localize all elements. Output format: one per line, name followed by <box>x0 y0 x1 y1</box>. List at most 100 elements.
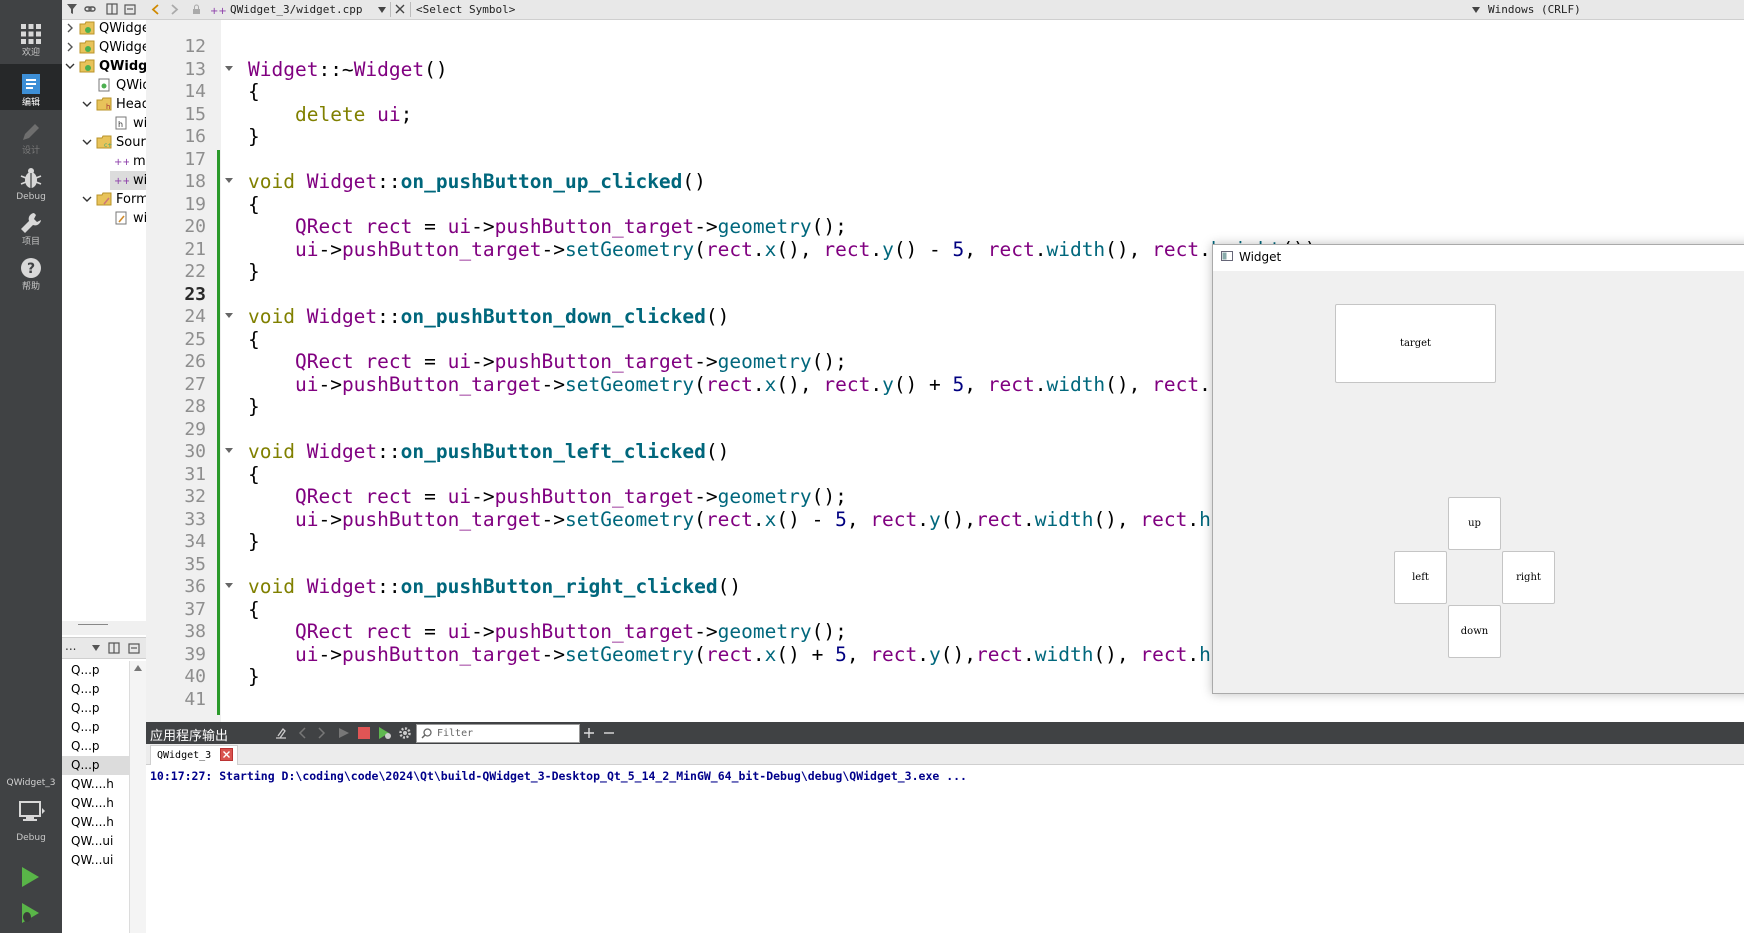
symbol-selector[interactable]: <Select Symbol> <box>416 0 515 19</box>
code-line[interactable]: void Widget::on_pushButton_down_clicked(… <box>248 304 729 329</box>
zoom-in-icon[interactable] <box>583 727 595 739</box>
stop-icon[interactable] <box>358 727 370 739</box>
code-line[interactable]: void Widget::on_pushButton_left_clicked(… <box>248 439 729 464</box>
next-item-icon[interactable] <box>318 727 326 739</box>
tree-item-project-2[interactable]: QWidget <box>62 38 146 57</box>
chevron-down-icon[interactable] <box>82 99 92 109</box>
back-arrow-icon[interactable] <box>151 4 159 15</box>
split-icon[interactable] <box>108 642 120 654</box>
run-icon[interactable] <box>20 866 40 888</box>
open-documents-scrollbar[interactable] <box>129 661 146 933</box>
code-line[interactable]: } <box>248 124 260 149</box>
code-line[interactable]: ui->pushButton_target->setGeometry(rect.… <box>248 372 1328 397</box>
code-line[interactable]: ui->pushButton_target->setGeometry(rect.… <box>248 237 1328 262</box>
code-line[interactable]: { <box>248 192 260 217</box>
open-document-item[interactable]: Q...p <box>62 737 137 756</box>
down-button[interactable]: down <box>1448 605 1501 658</box>
widget-app-window[interactable]: Widget target up left right down <box>1212 244 1744 694</box>
code-line[interactable]: } <box>248 259 260 284</box>
open-document-item[interactable]: Q...p <box>62 699 137 718</box>
tree-item-pro-file[interactable]: QWidg <box>62 76 146 95</box>
forward-arrow-icon[interactable] <box>171 4 179 15</box>
clear-output-icon[interactable] <box>274 726 288 740</box>
open-document-item-selected[interactable]: Q...p <box>62 756 137 775</box>
code-line[interactable]: { <box>248 79 260 104</box>
symbol-dropdown-arrow-icon[interactable] <box>1472 7 1480 13</box>
previous-item-icon[interactable] <box>298 727 306 739</box>
tree-item-forms[interactable]: Form <box>62 190 146 209</box>
left-button[interactable]: left <box>1394 551 1447 604</box>
mode-projects[interactable]: 项目 <box>0 203 62 253</box>
mode-help[interactable]: ? 帮助 <box>0 248 62 298</box>
open-document-item[interactable]: QW....h <box>62 813 137 832</box>
fold-arrow-icon[interactable] <box>225 447 233 455</box>
fold-arrow-icon[interactable] <box>225 65 233 73</box>
tree-item-project-1[interactable]: QWidget <box>62 19 146 38</box>
output-tab-qwidget3[interactable]: QWidget_3 <box>150 745 239 765</box>
tree-item-ui-file[interactable]: wi <box>62 209 146 228</box>
chevron-down-icon[interactable] <box>82 194 92 204</box>
open-docs-menu[interactable]: ... <box>65 639 76 653</box>
code-line[interactable]: } <box>248 529 260 554</box>
target-button[interactable]: target <box>1335 304 1496 383</box>
file-dropdown-arrow-icon[interactable] <box>378 7 386 13</box>
code-line[interactable]: } <box>248 394 260 419</box>
code-line[interactable]: QRect rect = ui->pushButton_target->geom… <box>248 214 847 239</box>
tree-item-widget-cpp[interactable]: ++ wi <box>110 171 146 190</box>
mode-edit[interactable]: 编辑 <box>0 64 62 110</box>
open-document-item[interactable]: Q...p <box>62 661 137 680</box>
code-line[interactable]: { <box>248 327 260 352</box>
widget-window-titlebar[interactable]: Widget <box>1213 245 1744 271</box>
editor-file-path[interactable]: QWidget_3/widget.cpp <box>230 0 362 19</box>
mode-design[interactable]: 设计 <box>0 112 62 162</box>
chevron-right-icon[interactable] <box>65 42 75 52</box>
link-icon[interactable] <box>84 3 96 15</box>
tree-item-header-file[interactable]: h wi <box>62 114 146 133</box>
fold-arrow-icon[interactable] <box>225 312 233 320</box>
code-line[interactable]: ui->pushButton_target->setGeometry(rect.… <box>248 642 1317 667</box>
up-button[interactable]: up <box>1448 497 1501 550</box>
code-line[interactable]: } <box>248 664 260 689</box>
application-output[interactable]: 10:17:27: Starting D:\coding\code\2024\Q… <box>146 765 1744 933</box>
close-document-icon[interactable] <box>395 4 405 14</box>
code-line[interactable]: QRect rect = ui->pushButton_target->geom… <box>248 484 847 509</box>
chevron-down-icon[interactable] <box>65 61 75 71</box>
open-document-item[interactable]: QW...ui <box>62 851 137 870</box>
code-line[interactable]: { <box>248 597 260 622</box>
code-line[interactable]: delete ui; <box>248 102 412 127</box>
zoom-out-icon[interactable] <box>603 727 615 739</box>
chevron-down-icon[interactable] <box>82 137 92 147</box>
tree-item-project-active[interactable]: QWidge <box>62 57 146 76</box>
open-document-item[interactable]: QW....h <box>62 794 137 813</box>
output-filter-input[interactable]: Filter <box>416 724 580 743</box>
gear-icon[interactable] <box>398 726 412 740</box>
close-pane-icon[interactable] <box>124 3 136 15</box>
fold-arrow-icon[interactable] <box>225 177 233 185</box>
chevron-right-icon[interactable] <box>65 23 75 33</box>
tree-item-main-cpp[interactable]: ++ ma <box>62 152 146 171</box>
open-document-item[interactable]: QW....h <box>62 775 137 794</box>
close-tab-icon[interactable] <box>220 747 234 761</box>
monitor-icon[interactable] <box>18 800 46 824</box>
open-document-item[interactable]: Q...p <box>62 680 137 699</box>
kit-selector-label[interactable]: QWidget_3 <box>0 778 62 788</box>
mode-welcome[interactable]: 欢迎 <box>0 14 62 64</box>
code-line[interactable]: QRect rect = ui->pushButton_target->geom… <box>248 619 847 644</box>
attach-debugger-icon[interactable] <box>378 726 392 740</box>
scroll-up-arrow-icon[interactable] <box>134 665 142 671</box>
fold-arrow-icon[interactable] <box>225 582 233 590</box>
split-icon[interactable] <box>106 3 118 15</box>
code-line[interactable]: void Widget::on_pushButton_up_clicked() <box>248 169 706 194</box>
line-ending-selector[interactable]: Windows (CRLF) <box>1488 0 1581 19</box>
open-document-item[interactable]: QW...ui <box>62 832 137 851</box>
right-button[interactable]: right <box>1502 551 1555 604</box>
tree-item-sources[interactable]: c+ Sourc <box>62 133 146 152</box>
open-document-item[interactable]: Q...p <box>62 718 137 737</box>
debug-run-icon[interactable] <box>20 902 40 924</box>
pane-splitter[interactable] <box>62 621 146 635</box>
code-line[interactable]: ui->pushButton_target->setGeometry(rect.… <box>248 507 1317 532</box>
close-pane-icon[interactable] <box>128 642 140 654</box>
code-line[interactable]: { <box>248 462 260 487</box>
code-line[interactable]: QRect rect = ui->pushButton_target->geom… <box>248 349 847 374</box>
dropdown-arrow-icon[interactable] <box>92 645 100 651</box>
